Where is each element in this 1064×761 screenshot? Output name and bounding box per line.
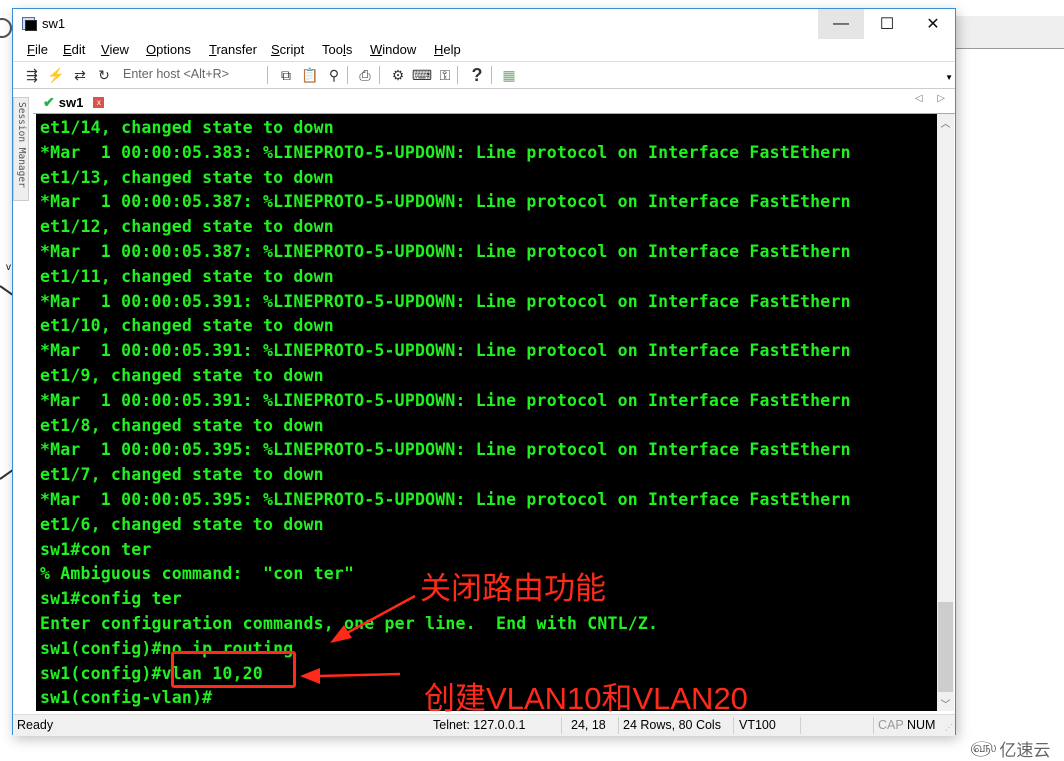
terminal-line: et1/7, changed state to down [40, 465, 324, 485]
disconnect-icon[interactable]: ↻ [95, 66, 113, 84]
emulation-type: VT100 [739, 718, 776, 732]
tab-scroll-arrows[interactable]: ◁ ▷ [915, 93, 951, 104]
toolbar-separator [457, 66, 458, 84]
quick-connect-icon[interactable]: ⚡ [47, 66, 65, 84]
terminal-line: sw1(config)#no ip routing [40, 638, 294, 658]
terminal-line: *Mar 1 00:00:05.391: %LINEPROTO-5-UPDOWN… [40, 341, 851, 361]
toolbar-separator [379, 66, 380, 84]
background-zoom-icon [0, 18, 12, 38]
caps-lock-indicator: CAP [878, 718, 904, 732]
host-input[interactable]: Enter host <Alt+R> [123, 67, 229, 81]
connect-icon[interactable]: ⇶ [23, 66, 41, 84]
menu-tools[interactable]: Tools [322, 42, 352, 57]
terminal-line: et1/14, changed state to down [40, 118, 334, 137]
menu-help[interactable]: Help [434, 42, 461, 57]
toolbar-separator [267, 66, 268, 84]
terminal-line: Enter configuration commands, one per li… [40, 613, 659, 633]
yisu-logo-icon: ௵ [970, 739, 997, 756]
copy-icon[interactable]: ⧉ [277, 66, 295, 84]
watermark-text: 亿速云 [999, 741, 1051, 760]
print-icon[interactable]: ⎙ [356, 66, 374, 84]
tab-label: sw1 [58, 94, 84, 110]
menu-transfer[interactable]: Transfer [209, 42, 257, 57]
toolbar-separator [347, 66, 348, 84]
terminal-line: *Mar 1 00:00:05.395: %LINEPROTO-5-UPDOWN… [40, 440, 851, 460]
minimize-button[interactable]: — [818, 9, 864, 39]
paste-icon[interactable]: 📋 [301, 66, 319, 84]
toolbar-dropdown-icon[interactable]: ▼ [945, 73, 953, 82]
app-icon [22, 17, 37, 31]
terminal-output: et1/14, changed state to down *Mar 1 00:0… [40, 116, 851, 711]
keymap-icon[interactable]: ⌨ [412, 66, 432, 84]
background-window-strip [955, 16, 1064, 49]
terminal-line: et1/10, changed state to down [40, 316, 334, 336]
menu-file[interactable]: File [27, 42, 48, 57]
terminal-line: et1/8, changed state to down [40, 415, 324, 435]
terminal-view[interactable]: et1/14, changed state to down *Mar 1 00:0… [36, 114, 937, 711]
watermark: ௵ 亿速云 [970, 736, 1050, 761]
tab-bar: ✔ sw1 x ◁ ▷ [33, 89, 955, 114]
vlan-command-highlight-box [171, 651, 296, 688]
session-manager-tab[interactable]: Session Manager [13, 97, 29, 201]
connection-info: Telnet: 127.0.0.1 [433, 718, 526, 732]
settings-icon[interactable]: ⚙ [389, 66, 407, 84]
terminal-line: et1/12, changed state to down [40, 217, 334, 237]
terminal-size: 24 Rows, 80 Cols [623, 718, 721, 732]
terminal-line: *Mar 1 00:00:05.387: %LINEPROTO-5-UPDOWN… [40, 241, 851, 261]
scroll-down-icon[interactable]: ﹀ [937, 695, 954, 711]
toolbar-separator [491, 66, 492, 84]
terminal-line: *Mar 1 00:00:05.395: %LINEPROTO-5-UPDOWN… [40, 489, 851, 509]
tab-close-icon[interactable]: x [93, 96, 105, 108]
title-bar[interactable]: sw1 — ☐ ✕ [13, 9, 955, 39]
terminal-line: et1/9, changed state to down [40, 365, 324, 385]
connected-check-icon: ✔ [43, 93, 55, 110]
background-label: v [6, 262, 11, 273]
sftp-icon[interactable]: ▦ [500, 66, 518, 84]
terminal-line: et1/6, changed state to down [40, 514, 324, 534]
toolbar: ⇶ ⚡ ⇄ ↻ Enter host <Alt+R> ⧉ 📋 ⚲ ⎙ ⚙ ⌨ ⚿… [13, 62, 955, 89]
resize-grip-icon[interactable]: ⋰ [945, 723, 953, 732]
status-text: Ready [17, 718, 54, 732]
terminal-line: et1/11, changed state to down [40, 266, 334, 286]
terminal-line: *Mar 1 00:00:05.391: %LINEPROTO-5-UPDOWN… [40, 390, 851, 410]
securecrt-window: sw1 — ☐ ✕ File Edit View Options Transfe… [12, 8, 956, 736]
maximize-button[interactable]: ☐ [864, 9, 910, 39]
status-divider [873, 717, 874, 734]
close-button[interactable]: ✕ [910, 9, 956, 39]
terminal-scrollbar[interactable]: ︿ ﹀ [937, 114, 954, 711]
menu-edit[interactable]: Edit [63, 42, 85, 57]
annotation-disable-routing: 关闭路由功能 [420, 571, 606, 606]
status-divider [618, 717, 619, 734]
status-divider [733, 717, 734, 734]
window-title: sw1 [42, 16, 66, 31]
menu-window[interactable]: Window [370, 42, 416, 57]
menu-bar: File Edit View Options Transfer Script T… [13, 39, 955, 62]
key-icon[interactable]: ⚿ [436, 66, 454, 84]
terminal-line: sw1#con ter [40, 539, 152, 559]
tab-sw1[interactable]: ✔ sw1 x [37, 91, 110, 113]
num-lock-indicator: NUM [907, 718, 936, 732]
help-icon[interactable]: ? [468, 65, 486, 85]
scroll-up-icon[interactable]: ︿ [937, 114, 954, 130]
cursor-position: 24, 18 [571, 718, 606, 732]
terminal-line: *Mar 1 00:00:05.383: %LINEPROTO-5-UPDOWN… [40, 142, 851, 162]
find-icon[interactable]: ⚲ [325, 66, 343, 84]
terminal-line: *Mar 1 00:00:05.391: %LINEPROTO-5-UPDOWN… [40, 291, 851, 311]
reconnect-icon[interactable]: ⇄ [71, 66, 89, 84]
status-divider [561, 717, 562, 734]
scrollbar-thumb[interactable] [938, 602, 953, 692]
menu-options[interactable]: Options [146, 42, 191, 57]
menu-view[interactable]: View [101, 42, 129, 57]
annotation-create-vlans: 创建VLAN10和VLAN20 [424, 681, 748, 716]
terminal-line: et1/13, changed state to down [40, 167, 334, 187]
terminal-line: *Mar 1 00:00:05.387: %LINEPROTO-5-UPDOWN… [40, 192, 851, 212]
menu-script[interactable]: Script [271, 42, 304, 57]
status-divider [800, 717, 801, 734]
